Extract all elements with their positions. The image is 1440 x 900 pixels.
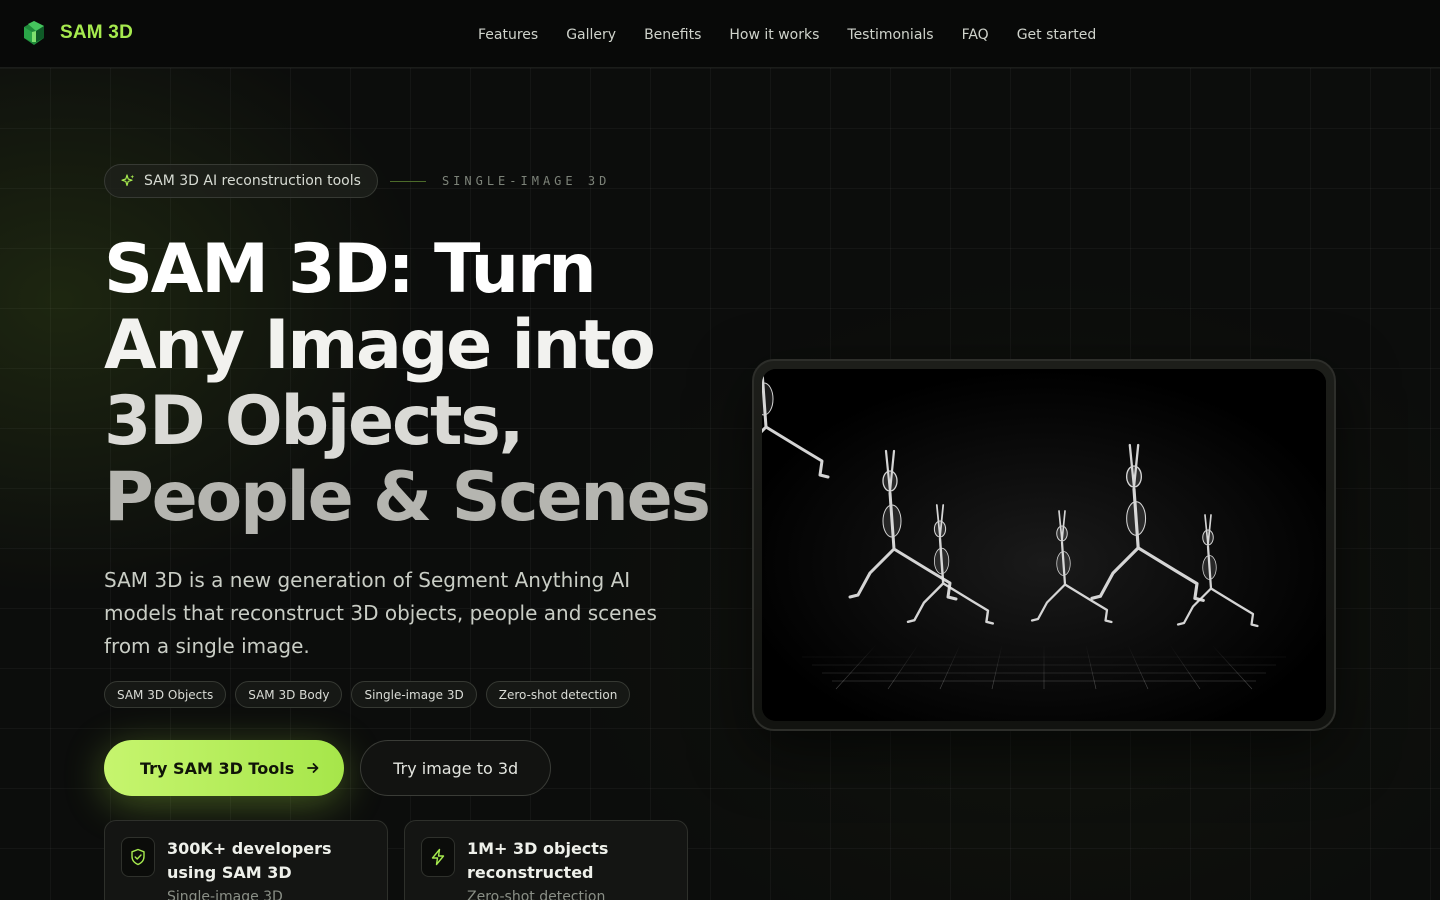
nav-testimonials[interactable]: Testimonials: [847, 27, 933, 43]
preview-screen: [762, 369, 1326, 721]
brand-link[interactable]: SAM 3D: [22, 20, 133, 46]
stat-icon-box: [121, 837, 155, 877]
stat-title: 1M+ 3D objects reconstructed: [467, 839, 609, 882]
nav-benefits[interactable]: Benefits: [644, 27, 701, 43]
tag-sam-3d-objects: SAM 3D Objects: [104, 681, 227, 708]
hero-title-line-4: People & Scenes: [104, 458, 711, 537]
nav-get-started[interactable]: Get started: [1017, 27, 1097, 43]
hero-title-line-2: Any Image into: [104, 306, 656, 385]
arrow-right-icon: [307, 763, 319, 773]
stat-text: 300K+ developers using SAM 3D Single-ima…: [167, 837, 371, 900]
stats-row: 300K+ developers using SAM 3D Single-ima…: [104, 820, 688, 900]
wireframe-figures-image: [762, 369, 1326, 721]
hero-eyebrow-row: SAM 3D AI reconstruction tools SINGLE-IM…: [104, 164, 610, 198]
shield-check-icon: [131, 848, 145, 866]
lightning-icon: [431, 848, 445, 866]
stat-card-developers: 300K+ developers using SAM 3D Single-ima…: [104, 820, 388, 900]
hero-title-line-3: 3D Objects,: [104, 382, 524, 461]
hero-badge: SAM 3D AI reconstruction tools: [104, 164, 378, 198]
stat-subtitle: Single-image 3D: [167, 889, 283, 900]
nav-gallery[interactable]: Gallery: [566, 27, 616, 43]
nav-features[interactable]: Features: [478, 27, 538, 43]
primary-cta-label: Try SAM 3D Tools: [140, 758, 295, 778]
cta-row: Try SAM 3D Tools Try image to 3d: [104, 740, 552, 796]
nav-faq[interactable]: FAQ: [962, 27, 989, 43]
nav-how-it-works[interactable]: How it works: [729, 27, 819, 43]
feature-tags: SAM 3D Objects SAM 3D Body Single-image …: [104, 681, 631, 708]
top-navigation-bar: SAM 3D Features Gallery Benefits How it …: [0, 0, 1440, 68]
tag-sam-3d-body: SAM 3D Body: [235, 681, 343, 708]
hero-title-line-1: SAM 3D: Turn: [104, 230, 597, 309]
stat-card-objects: 1M+ 3D objects reconstructed Zero-shot d…: [404, 820, 688, 900]
secondary-cta-label: Try image to 3d: [393, 758, 519, 778]
hero-description: SAM 3D is a new generation of Segment An…: [104, 568, 657, 658]
sparkle-icon: [121, 174, 135, 187]
try-sam-3d-tools-button[interactable]: Try SAM 3D Tools: [104, 740, 345, 796]
brand-name: SAM 3D: [60, 22, 133, 43]
stat-subtitle: Zero-shot detection: [467, 889, 606, 900]
hero-title: SAM 3D: Turn Any Image into 3D Objects, …: [104, 232, 724, 536]
hero-eyebrow-text: SINGLE-IMAGE 3D: [441, 174, 611, 188]
logo-icon: [24, 21, 44, 45]
eyebrow-divider: [389, 180, 426, 182]
main-nav: Features Gallery Benefits How it works T…: [478, 24, 1096, 43]
stat-title: 300K+ developers using SAM 3D: [167, 839, 332, 882]
tag-single-image-3d: Single-image 3D: [351, 681, 477, 708]
stat-text: 1M+ 3D objects reconstructed Zero-shot d…: [467, 837, 671, 900]
stat-icon-box: [421, 837, 455, 877]
try-image-to-3d-button[interactable]: Try image to 3d: [360, 740, 552, 796]
preview-device-frame: [752, 359, 1336, 731]
hero-badge-label: SAM 3D AI reconstruction tools: [144, 173, 361, 189]
tag-zero-shot-detection: Zero-shot detection: [485, 681, 631, 708]
